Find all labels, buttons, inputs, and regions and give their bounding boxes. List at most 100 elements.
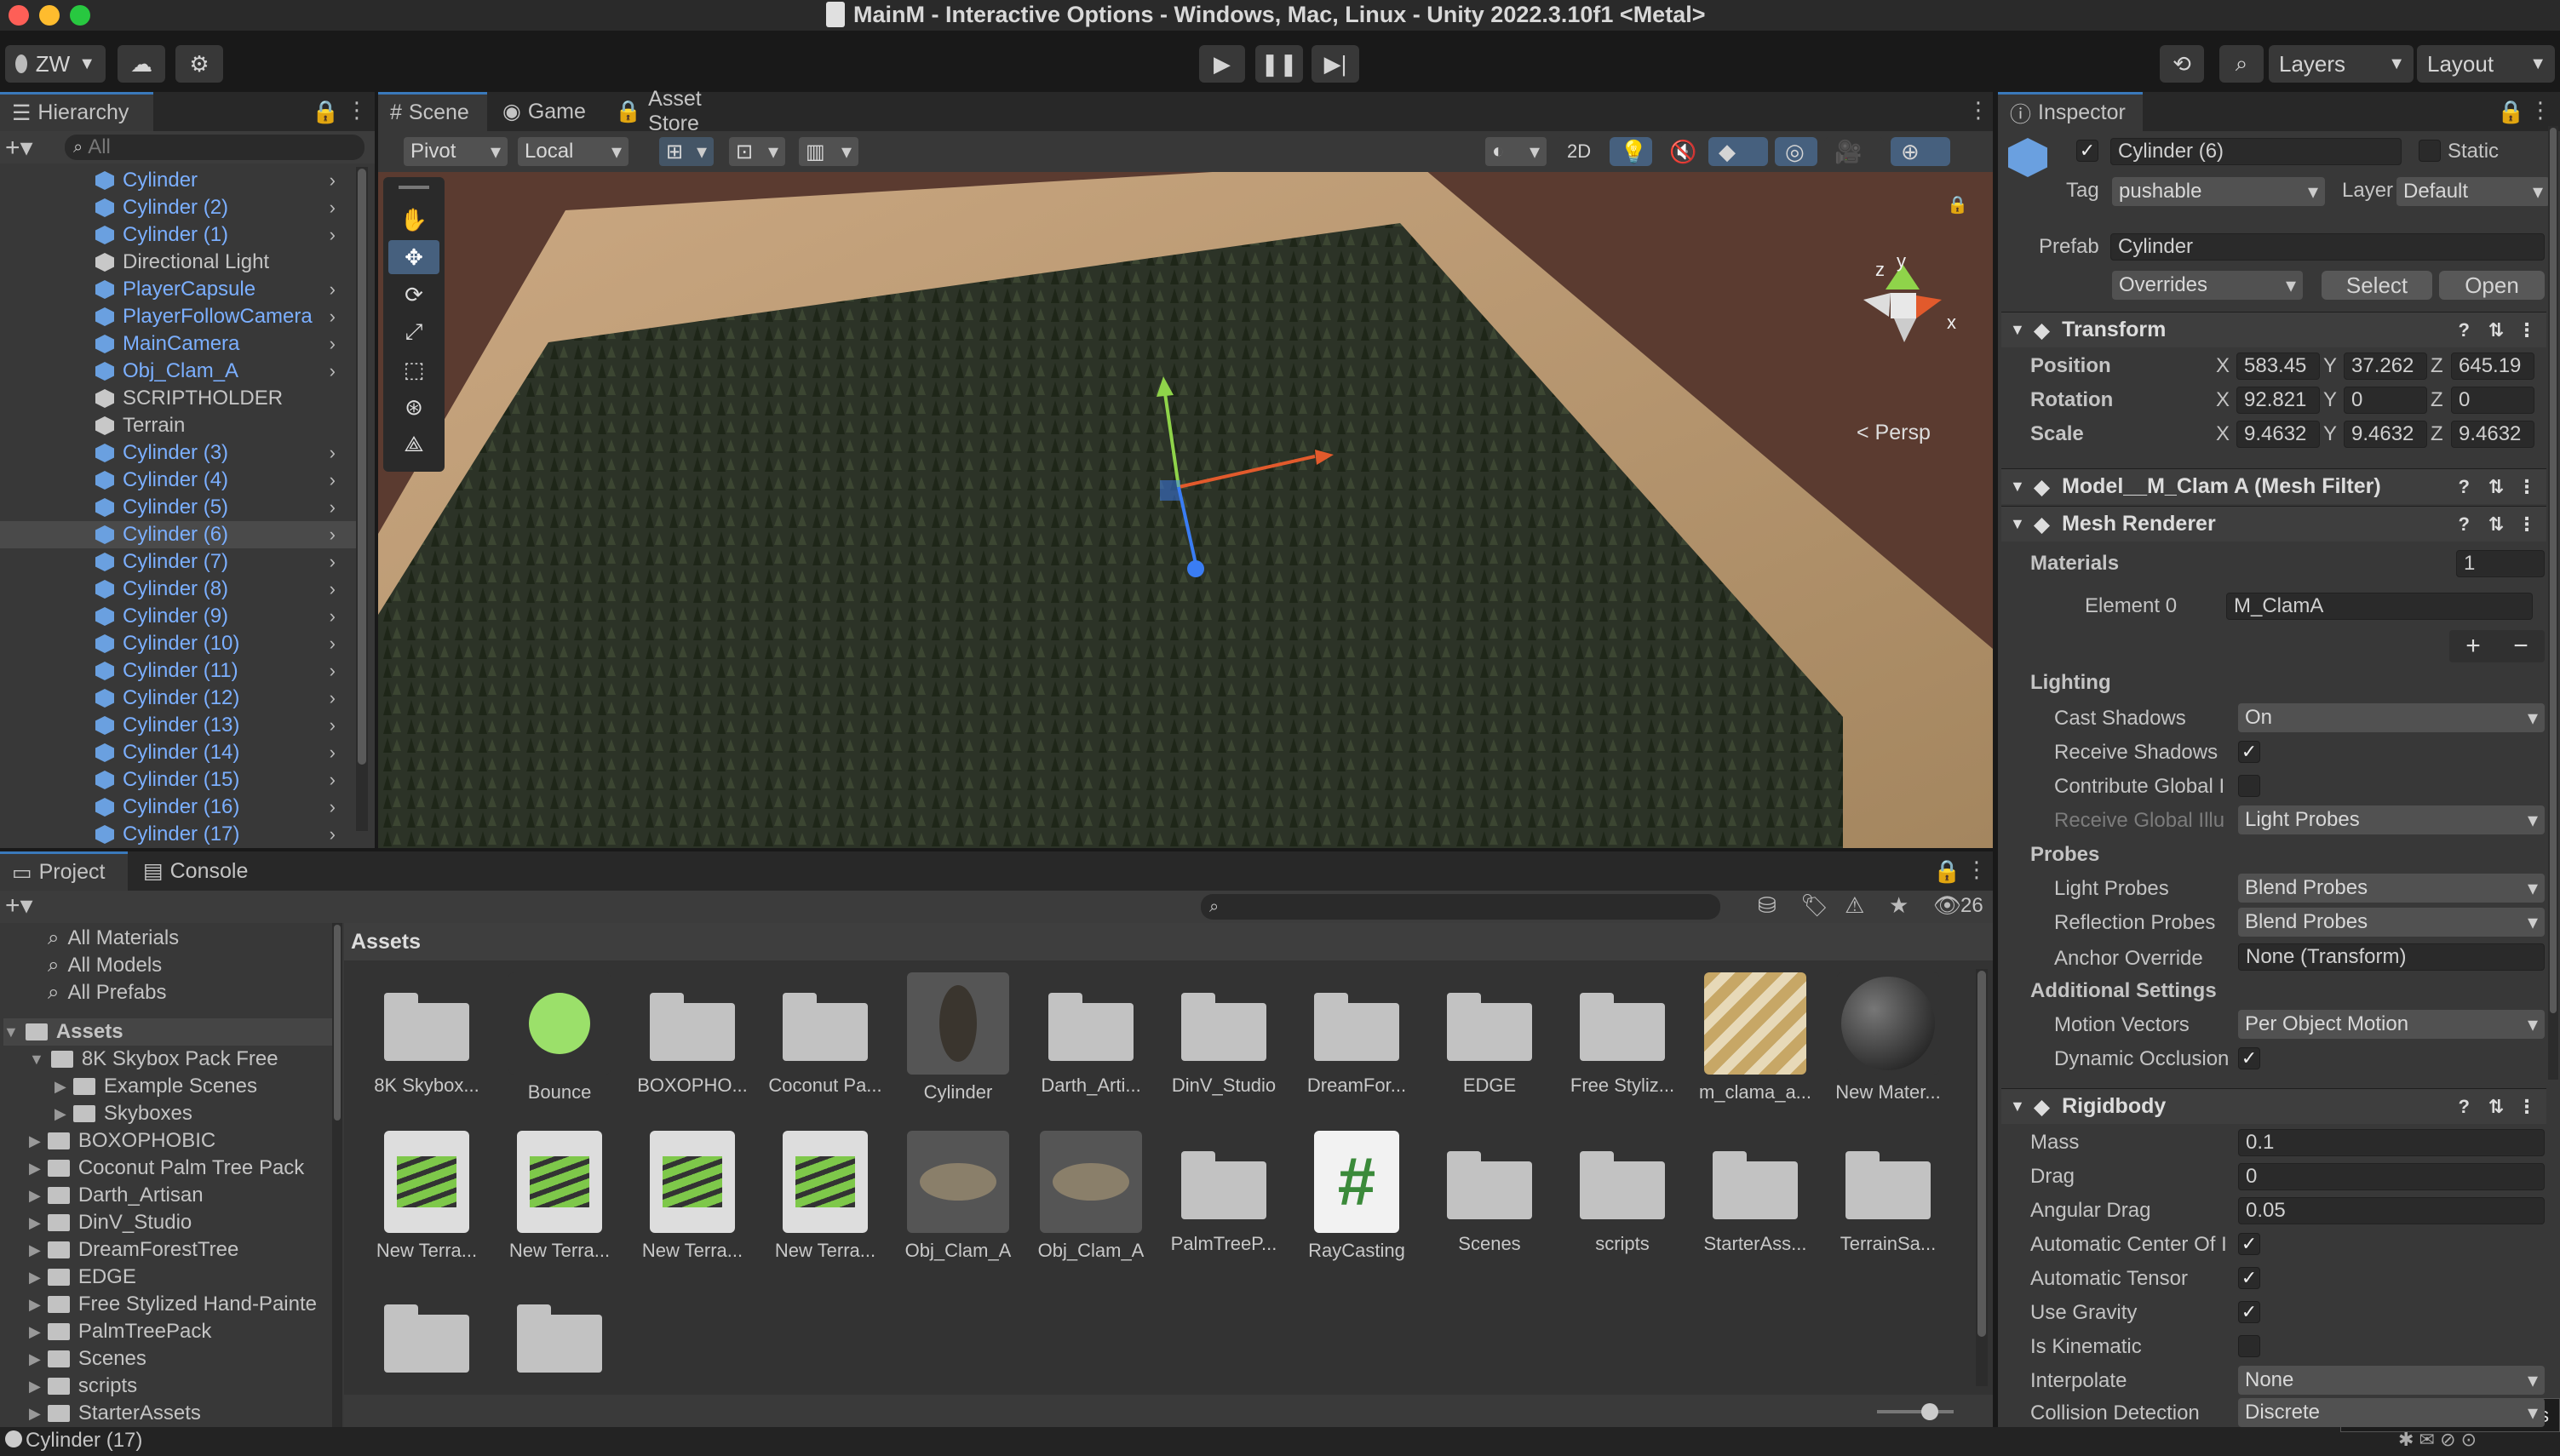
mesh-renderer-header[interactable]: ▼ ◆ Mesh Renderer? ⇅ ⋮ — [2001, 506, 2546, 542]
hierarchy-item[interactable]: Obj_Clam_A › — [0, 358, 356, 385]
project-tree-item[interactable]: ▶ EDGE — [29, 1264, 332, 1291]
project-tree-item[interactable]: ▶ scripts — [29, 1373, 332, 1400]
project-tree-item[interactable]: ▶ DinV_Studio — [29, 1209, 332, 1236]
asset-item[interactable]: New Terra... — [363, 1131, 491, 1262]
asset-item[interactable]: New Terra... — [629, 1131, 756, 1262]
hierarchy-item[interactable]: Cylinder (8) › — [0, 576, 356, 603]
light-probes-dropdown[interactable]: Blend Probes — [2238, 874, 2545, 903]
rotation-y-field[interactable]: 0 — [2344, 387, 2427, 414]
pause-button[interactable]: ❚❚ — [1255, 45, 1303, 83]
expand-arrow-icon[interactable]: ▶ — [55, 1105, 66, 1123]
chevron-right-icon[interactable]: › — [330, 742, 336, 764]
expand-arrow-icon[interactable]: ▶ — [55, 1078, 66, 1096]
hierarchy-item[interactable]: Cylinder › — [0, 167, 356, 194]
snap-increment-dropdown[interactable]: ⊡ — [729, 137, 785, 166]
lock-icon[interactable]: 🔒 — [1947, 194, 1968, 215]
more-menu-icon[interactable]: ⋮ — [346, 97, 368, 123]
static-checkbox[interactable] — [2419, 140, 2441, 162]
rect-tool-icon[interactable]: ⬚ — [388, 353, 439, 387]
step-button[interactable]: ▶| — [1312, 45, 1359, 83]
asset-item[interactable]: New Mater... — [1824, 972, 1952, 1103]
help-icon[interactable]: ? — [2459, 1096, 2470, 1118]
chevron-right-icon[interactable]: › — [330, 796, 336, 818]
chevron-right-icon[interactable]: › — [330, 224, 336, 246]
expand-arrow-icon[interactable]: ▶ — [29, 1132, 41, 1150]
move-tool-icon[interactable]: ✥ — [388, 240, 439, 274]
inspector-scrollbar[interactable] — [2548, 126, 2558, 1080]
rotation-z-field[interactable]: 0 — [2451, 387, 2534, 414]
breadcrumb[interactable]: Assets — [351, 930, 421, 954]
expand-arrow-icon[interactable]: ▶ — [29, 1160, 41, 1178]
more-menu-icon[interactable]: ⋮ — [1967, 97, 1989, 123]
draw-mode-dropdown[interactable]: ◐ — [1485, 137, 1547, 166]
add-remove-element[interactable]: + − — [2449, 630, 2545, 662]
tab-game[interactable]: ◉ Game — [491, 92, 600, 131]
prefab-field[interactable]: Cylinder — [2110, 233, 2545, 261]
asset-item[interactable]: # RayCasting — [1293, 1131, 1421, 1262]
expand-arrow-icon[interactable]: ▶ — [29, 1323, 41, 1341]
hierarchy-scrollbar[interactable] — [356, 167, 368, 831]
asset-item[interactable]: New Terra... — [761, 1131, 889, 1262]
project-tree-item[interactable]: ▶ Example Scenes — [55, 1073, 332, 1100]
hierarchy-search[interactable]: ⌕ All — [65, 135, 364, 160]
expand-arrow-icon[interactable]: ▶ — [29, 1405, 41, 1423]
expand-arrow-icon[interactable]: ▶ — [29, 1214, 41, 1232]
expand-arrow-icon[interactable]: ▶ — [29, 1350, 41, 1368]
angular-drag-field[interactable]: 0.05 — [2238, 1197, 2545, 1224]
tab-console[interactable]: ▤ Console — [131, 851, 276, 891]
more-menu-icon[interactable]: ⋮ — [2529, 97, 2551, 123]
use-gravity-checkbox[interactable]: ✓ — [2238, 1301, 2260, 1323]
reflection-probes-dropdown[interactable]: Blend Probes — [2238, 908, 2545, 937]
grid-dropdown[interactable]: ▥ — [799, 137, 858, 166]
position-z-field[interactable]: 645.19 — [2451, 353, 2534, 380]
open-button[interactable]: Open — [2439, 271, 2545, 300]
receive-gi-dropdown[interactable]: Light Probes — [2238, 805, 2545, 834]
drag-field[interactable]: 0 — [2238, 1163, 2545, 1190]
expand-arrow-icon[interactable]: ▶ — [29, 1241, 41, 1259]
hierarchy-item[interactable]: Cylinder (17) › — [0, 821, 356, 848]
chevron-right-icon[interactable]: › — [330, 333, 336, 355]
audio-toggle[interactable]: 🔇 — [1659, 137, 1702, 166]
layer-dropdown[interactable]: Default — [2396, 177, 2550, 206]
materials-count-field[interactable]: 1 — [2456, 550, 2545, 577]
auto-tensor-checkbox[interactable]: ✓ — [2238, 1267, 2260, 1289]
hierarchy-item[interactable]: Terrain — [0, 412, 356, 439]
close-window-button[interactable] — [9, 5, 29, 26]
tab-hierarchy[interactable]: ☰ Hierarchy — [0, 92, 153, 131]
tab-project[interactable]: ▭ Project — [0, 851, 128, 891]
visibility-toggle[interactable]: ◎ — [1775, 137, 1817, 166]
play-button[interactable]: ▶ — [1199, 45, 1245, 83]
project-tree-item[interactable]: ▶ DreamForestTree — [29, 1236, 332, 1264]
help-icon[interactable]: ? — [2459, 319, 2470, 341]
chevron-right-icon[interactable]: › — [330, 197, 336, 219]
hierarchy-item[interactable]: Cylinder (2) › — [0, 194, 356, 221]
hierarchy-item[interactable]: Cylinder (13) › — [0, 712, 356, 739]
custom-tool-icon[interactable]: ⟁ — [388, 427, 439, 461]
chevron-right-icon[interactable]: › — [330, 578, 336, 600]
zoom-slider-track[interactable] — [1877, 1410, 1954, 1413]
hierarchy-item[interactable]: Cylinder (16) › — [0, 794, 356, 821]
collision-dropdown[interactable]: Discrete — [2238, 1398, 2545, 1427]
grid-snap-dropdown[interactable]: ⊞ — [659, 137, 714, 166]
chevron-right-icon[interactable]: › — [330, 687, 336, 709]
auto-com-checkbox[interactable]: ✓ — [2238, 1233, 2260, 1255]
anchor-override-field[interactable]: None (Transform) — [2238, 943, 2545, 971]
chevron-right-icon[interactable]: › — [330, 169, 336, 192]
hidden-eye-icon[interactable]: 👁 — [1933, 892, 1961, 919]
hierarchy-item[interactable]: Cylinder (10) › — [0, 630, 356, 657]
hierarchy-item[interactable]: PlayerFollowCamera › — [0, 303, 356, 330]
assets-scrollbar[interactable] — [1976, 969, 1988, 1386]
scale-x-field[interactable]: 9.4632 — [2236, 421, 2320, 448]
asset-item[interactable]: Coconut Pa... — [761, 972, 889, 1097]
star-icon[interactable]: ★ — [1889, 892, 1909, 919]
project-search[interactable]: ⌕ — [1201, 894, 1720, 920]
scale-z-field[interactable]: 9.4632 — [2451, 421, 2534, 448]
more-menu-icon[interactable]: ⋮ — [2517, 513, 2536, 536]
layout-dropdown[interactable]: Layout ▼ — [2417, 45, 2555, 83]
lock-icon[interactable]: 🔒 — [312, 99, 339, 125]
select-button[interactable]: Select — [2322, 271, 2432, 300]
hierarchy-item[interactable]: Cylinder (5) › — [0, 494, 356, 521]
perspective-label[interactable]: < Persp — [1857, 421, 1931, 445]
hierarchy-item[interactable]: Directional Light — [0, 249, 356, 276]
chevron-right-icon[interactable]: › — [330, 633, 336, 655]
